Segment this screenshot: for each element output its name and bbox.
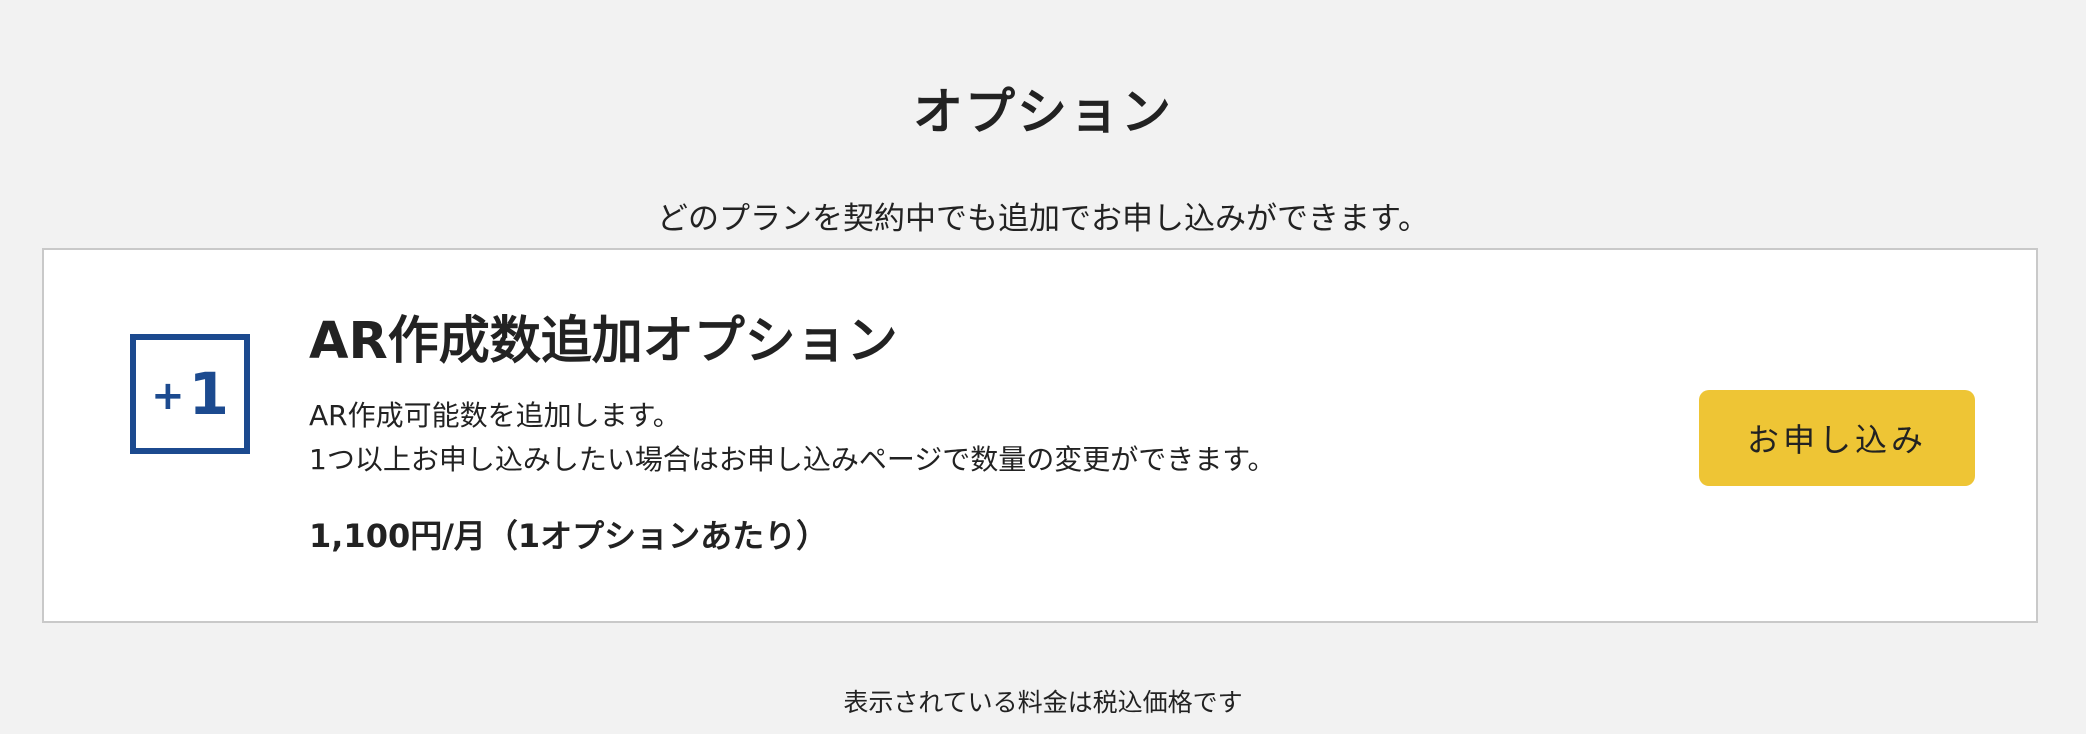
section-lead: どのプランを契約中でも追加でお申し込みができます。 [657,201,1429,237]
plus-number: 1 [188,360,229,428]
apply-button[interactable]: お申し込み [1699,390,1975,486]
option-description-line: 1つ以上お申し込みしたい場合はお申し込みページで数量の変更ができます。 [309,443,1276,476]
option-card: +1 AR作成数追加オプション AR作成可能数を追加します。 1つ以上お申し込み… [42,248,2038,623]
option-name: AR作成数追加オプション [309,312,898,371]
option-description: AR作成可能数を追加します。 1つ以上お申し込みしたい場合はお申し込みページで数… [309,394,1409,482]
tax-note: 表示されている料金は税込価格です [843,688,1243,717]
plus-sign: + [151,373,185,419]
option-body: AR作成数追加オプション AR作成可能数を追加します。 1つ以上お申し込みしたい… [309,310,1409,558]
plus-one-icon: +1 [130,334,250,454]
option-description-line: AR作成可能数を追加します。 [309,399,681,432]
section-title: オプション [913,82,1173,141]
option-price: 1,100円/月（1オプションあたり） [309,517,829,555]
